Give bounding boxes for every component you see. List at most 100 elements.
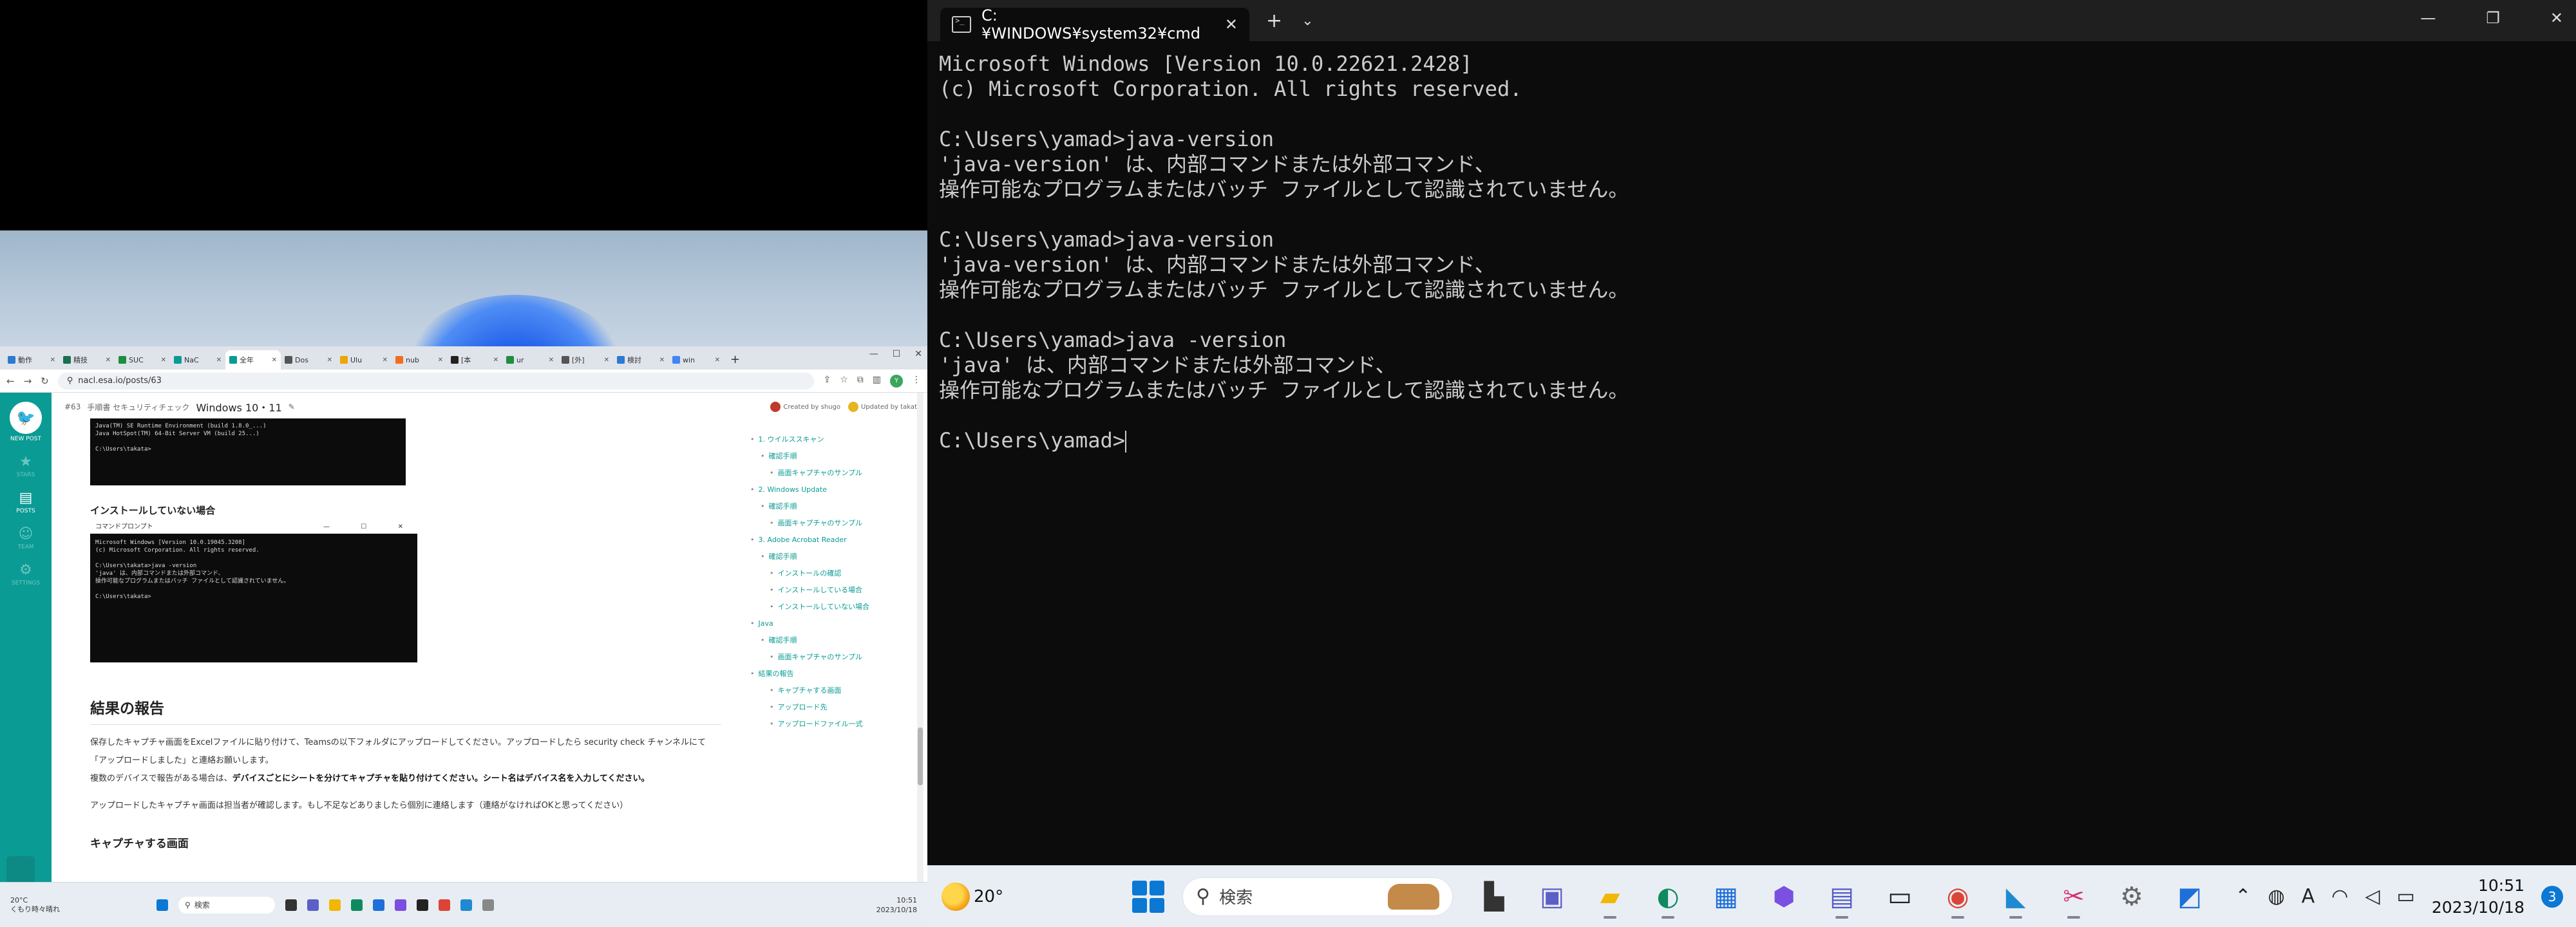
teams-meet-icon[interactable]: ▣ [1534, 879, 1570, 915]
page-scrollbar-thumb[interactable] [918, 727, 923, 785]
toc-item[interactable]: • 2. Windows Update [750, 482, 879, 498]
extensions-icon[interactable]: ⧉ [857, 375, 864, 388]
toc-item[interactable]: • 確認手順 [750, 548, 879, 565]
toc-item[interactable]: • 確認手順 [750, 448, 879, 465]
network-shield-icon[interactable]: ◍ [2268, 885, 2285, 908]
tab-close-icon[interactable]: ✕ [161, 357, 166, 364]
speaker-icon[interactable]: ◁ [2365, 885, 2380, 908]
small-weather-widget[interactable]: 20°C くもり時々晴れ [10, 896, 60, 914]
nav-team[interactable]: ☺ TEAM [17, 526, 33, 550]
minimize-icon[interactable]: — [2420, 9, 2436, 27]
reload-icon[interactable]: ↻ [41, 375, 49, 387]
snipping-icon[interactable]: ✂ [2056, 879, 2092, 919]
toc-item[interactable]: • アップロードファイル一式 [750, 716, 879, 733]
tab-close-icon[interactable]: ✕ [50, 357, 55, 364]
toc-item[interactable]: • 確認手順 [750, 632, 879, 649]
small-app-icon[interactable] [373, 899, 384, 911]
notification-badge[interactable]: 3 [2541, 885, 2563, 908]
toc-item[interactable]: • 画面キャプチャのサンプル [750, 649, 879, 666]
edge-icon[interactable]: ◐ [1650, 879, 1686, 919]
toc-item[interactable]: • 画面キャプチャのサンプル [750, 465, 879, 482]
toc-item[interactable]: • 3. Adobe Acrobat Reader [750, 532, 879, 548]
tab-close-icon[interactable]: ✕ [438, 357, 443, 364]
share-icon[interactable]: ⇪ [823, 375, 831, 388]
ime-icon[interactable]: A [2302, 885, 2315, 908]
post-path[interactable]: 手順書 セキュリティチェック [87, 402, 189, 413]
page-scrollbar[interactable] [917, 393, 923, 882]
terminal-icon[interactable]: ▭ [1882, 879, 1918, 915]
maximize-icon[interactable]: ❐ [2486, 9, 2500, 27]
small-settings-icon[interactable] [482, 899, 494, 911]
toc-item[interactable]: • キャプチャする画面 [750, 682, 879, 699]
small-search-box[interactable]: ⚲ 検索 [178, 896, 275, 913]
browser-tab[interactable]: [外] ✕ [558, 350, 613, 370]
wifi-icon[interactable]: ◠ [2331, 885, 2348, 908]
small-app-icon[interactable] [395, 899, 406, 911]
tab-close-icon[interactable]: ✕ [106, 357, 111, 364]
file-explorer-dark-icon[interactable]: ▙ [1476, 879, 1512, 915]
tab-close-icon[interactable]: ✕ [327, 357, 332, 364]
maximize-icon[interactable]: ☐ [893, 349, 901, 359]
toc-item[interactable]: • インストールの確認 [750, 565, 879, 582]
remote-icon[interactable]: ◩ [2172, 879, 2208, 915]
battery-icon[interactable]: ▭ [2397, 885, 2415, 908]
settings-icon[interactable]: ⚙ [2114, 879, 2150, 915]
taskbar-search-box[interactable]: ⚲ 検索 [1182, 877, 1454, 916]
toc-item[interactable]: • アップロード先 [750, 699, 879, 716]
browser-tab[interactable]: 動作 ✕ [4, 350, 59, 370]
small-start-icon[interactable] [156, 899, 168, 911]
browser-tab[interactable]: 精技 ✕ [59, 350, 115, 370]
toc-item[interactable]: • 画面キャプチャのサンプル [750, 515, 879, 532]
new-tab-icon[interactable]: + [1266, 10, 1282, 32]
browser-tab[interactable]: win ✕ [668, 350, 724, 370]
toc-item[interactable]: • インストールしている場合 [750, 582, 879, 599]
tab-close-icon[interactable]: ✕ [715, 357, 720, 364]
tab-close-icon[interactable]: ✕ [272, 357, 277, 364]
browser-tab[interactable]: nub ✕ [392, 350, 447, 370]
browser-menu-icon[interactable]: ⋮ [912, 375, 921, 388]
tab-close-icon[interactable]: ✕ [549, 357, 554, 364]
browser-tab[interactable]: [本 ✕ [447, 350, 502, 370]
toc-item[interactable]: • 1. ウイルススキャン [750, 431, 879, 448]
forward-icon[interactable]: → [24, 375, 32, 387]
browser-tab[interactable]: 検討 ✕ [613, 350, 668, 370]
sidepanel-icon[interactable]: ▥ [873, 375, 881, 388]
small-edge-icon[interactable] [351, 899, 363, 911]
help-chat-button[interactable] [6, 856, 35, 882]
small-terminal-icon[interactable] [417, 899, 428, 911]
close-icon[interactable]: ✕ [914, 349, 922, 359]
browser-tab[interactable]: Ulu ✕ [336, 350, 392, 370]
profile-avatar[interactable]: Y [890, 374, 903, 388]
browser-tab[interactable]: ur ✕ [502, 350, 558, 370]
browser-tab[interactable]: NaC ✕ [170, 350, 225, 370]
start-button[interactable] [1132, 880, 1165, 913]
new-post-button[interactable]: 🐦 NEW POST [10, 402, 42, 442]
tab-dropdown-chevron-icon[interactable]: ⌄ [1302, 13, 1313, 29]
site-info-icon[interactable]: ⚲ [67, 376, 73, 386]
nav-posts[interactable]: ▤ POSTS [16, 490, 35, 514]
teams-icon[interactable]: ▤ [1824, 879, 1860, 919]
tab-close-icon[interactable]: ✕ [383, 357, 388, 364]
back-icon[interactable]: ← [6, 375, 15, 387]
weather-widget[interactable]: 20° [942, 882, 1003, 911]
chevron-up-icon[interactable]: ⌃ [2235, 885, 2251, 908]
taskbar-clock[interactable]: 10:51 2023/10/18 [2432, 875, 2524, 919]
small-chrome-icon[interactable] [439, 899, 450, 911]
copilot-icon[interactable]: ⬢ [1766, 879, 1802, 915]
tab-close-icon[interactable]: ✕ [604, 357, 609, 364]
nav-settings[interactable]: ⚙ SETTINGS [12, 562, 40, 586]
small-clock[interactable]: 10:51 2023/10/18 [876, 895, 917, 915]
tab-close-icon[interactable]: ✕ [1225, 15, 1238, 33]
terminal-prompt-line[interactable]: C:\Users\yamad> [939, 428, 2564, 453]
address-bar[interactable]: ⚲ nacl.esa.io/posts/63 [57, 372, 815, 389]
browser-tab[interactable]: 全年 ✕ [225, 350, 281, 370]
small-app-icon[interactable] [285, 899, 297, 911]
minimize-icon[interactable]: — [869, 349, 878, 359]
edit-pencil-icon[interactable]: ✎ [289, 402, 295, 411]
browser-tab[interactable]: Dos ✕ [281, 350, 336, 370]
chrome-icon[interactable]: ◉ [1940, 879, 1976, 919]
close-icon[interactable]: ✕ [2550, 9, 2563, 27]
folder-icon[interactable]: ▰ [1592, 879, 1628, 919]
small-folder-icon[interactable] [329, 899, 341, 911]
nav-stars[interactable]: ★ STARS [17, 454, 35, 478]
